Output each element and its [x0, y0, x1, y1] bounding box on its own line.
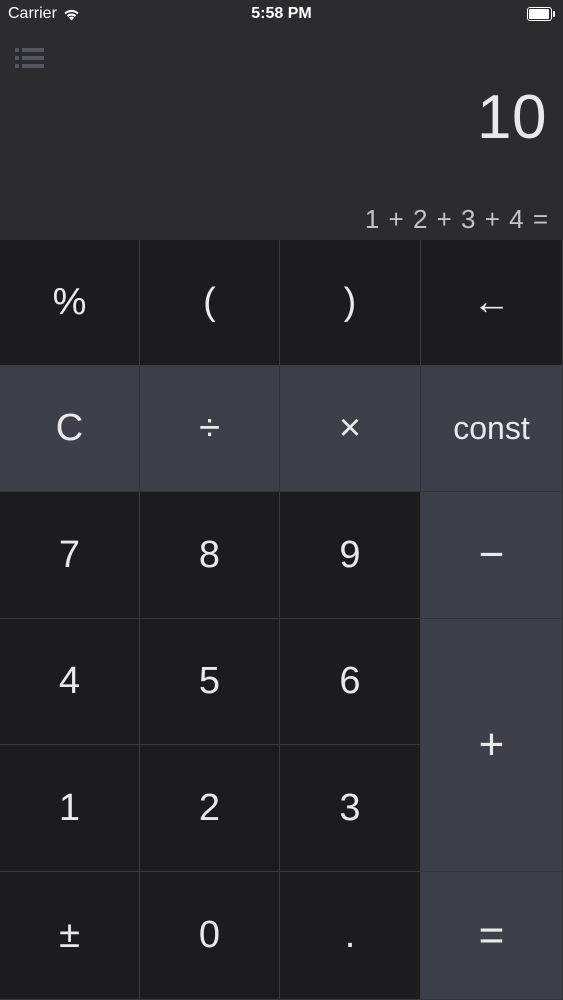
keypad: % ( ) ← C ÷ × const 7 8 9 − 4 5 6 + 1 2 … [0, 240, 563, 1000]
calculator-display: 10 1 + 2 + 3 + 4 = [0, 30, 563, 240]
multiply-button[interactable]: × [280, 366, 421, 492]
result-display: 10 [477, 83, 547, 152]
digit-6-button[interactable]: 6 [280, 619, 421, 745]
digit-9-button[interactable]: 9 [280, 492, 421, 619]
calculator-screen: Carrier 5:58 PM 10 1 + 2 + 3 + 4 = % ()… [0, 0, 563, 1000]
expression-display: 1 + 2 + 3 + 4 = [364, 204, 549, 234]
clear-button[interactable]: C [0, 366, 140, 492]
digit-7-button[interactable]: 7 [0, 492, 140, 619]
plus-button[interactable]: + [421, 619, 563, 872]
status-bar: Carrier 5:58 PM [0, 0, 563, 30]
digit-2-button[interactable]: 2 [140, 745, 280, 872]
digit-0-button[interactable]: 0 [140, 872, 280, 1000]
backspace-button[interactable]: ← [421, 240, 563, 366]
list-icon[interactable] [14, 46, 46, 72]
close-paren-button[interactable]: ) [280, 240, 421, 366]
equals-button[interactable]: = [421, 872, 563, 1000]
minus-button[interactable]: − [421, 492, 563, 619]
digit-8-button[interactable]: 8 [140, 492, 280, 619]
digit-4-button[interactable]: 4 [0, 619, 140, 745]
open-paren-button[interactable]: ( [140, 240, 280, 366]
digit-1-button[interactable]: 1 [0, 745, 140, 872]
const-button[interactable]: const [421, 366, 563, 492]
battery-icon [527, 7, 555, 21]
status-time: 5:58 PM [251, 5, 312, 22]
divide-button[interactable]: ÷ [140, 366, 280, 492]
digit-3-button[interactable]: 3 [280, 745, 421, 872]
decimal-button[interactable]: . [280, 872, 421, 1000]
plus-minus-button[interactable]: ± [0, 872, 140, 1000]
percent-button[interactable]: % [0, 240, 140, 366]
digit-5-button[interactable]: 5 [140, 619, 280, 745]
